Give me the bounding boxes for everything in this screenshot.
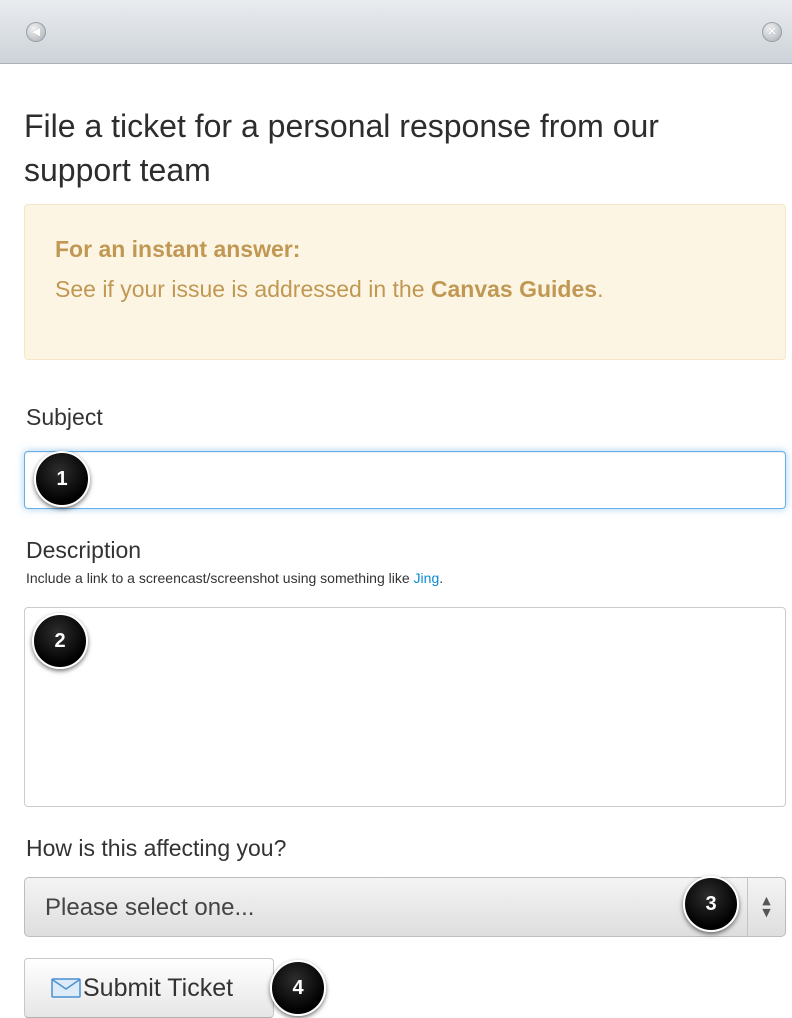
close-icon[interactable]: × [762,22,782,42]
canvas-guides-link[interactable]: Canvas Guides [431,276,597,302]
callout-badge-3: 3 [683,876,739,932]
alert-text: See if your issue is addressed in the [55,276,431,302]
back-arrow-icon[interactable]: ◀ [26,22,46,42]
instant-answer-alert: For an instant answer: See if your issue… [24,204,786,360]
envelope-icon [51,976,81,998]
subject-label: Subject [26,404,103,430]
subject-input[interactable] [24,451,786,509]
window-titlebar: ◀ × [0,0,792,64]
help-text-end: . [439,570,444,586]
page-title: File a ticket for a personal response fr… [24,108,659,188]
alert-heading: For an instant answer: [55,236,301,262]
callout-badge-2: 2 [32,613,88,669]
submit-ticket-label: Submit Ticket [83,974,234,1002]
callout-badge-4: 4 [270,960,326,1016]
impact-select[interactable]: Please select one... ▲ ▼ [24,877,786,937]
select-arrows-icon: ▲ ▼ [747,878,785,936]
description-help-text: Include a link to a screencast/screensho… [26,570,443,586]
alert-text-end: . [597,276,604,302]
submit-ticket-button[interactable]: Submit Ticket [24,958,274,1018]
description-label: Description [26,537,142,563]
impact-select-value: Please select one... [45,894,255,921]
description-textarea[interactable] [24,607,786,807]
impact-label: How is this affecting you? [26,835,287,861]
help-text: Include a link to a screencast/screensho… [26,570,414,586]
callout-badge-1: 1 [34,451,90,507]
jing-link[interactable]: Jing [414,570,440,586]
